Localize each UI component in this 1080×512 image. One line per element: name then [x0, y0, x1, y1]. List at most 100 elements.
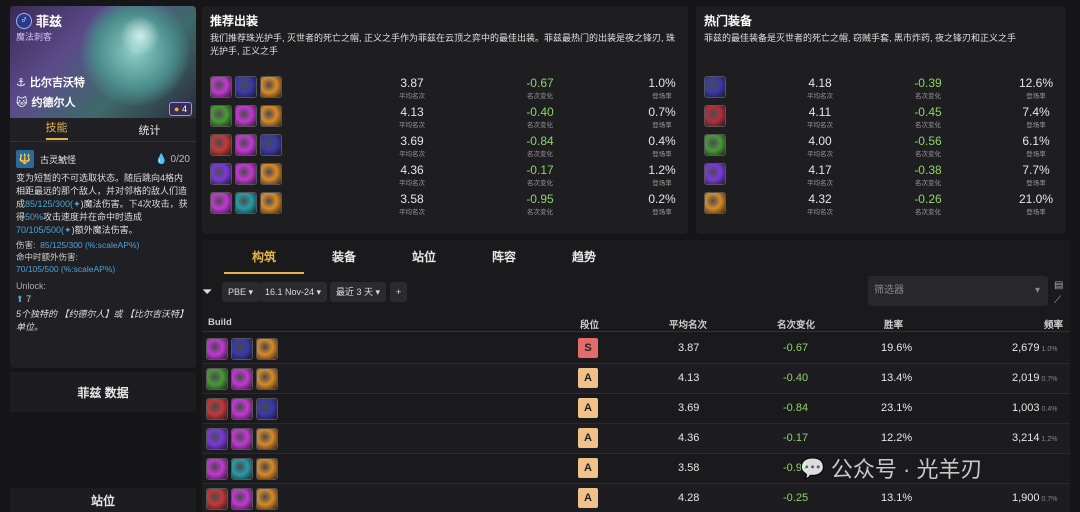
tab-items[interactable]: 装备: [304, 240, 384, 274]
item-icon[interactable]: [704, 105, 726, 127]
item-icon[interactable]: [256, 338, 278, 360]
recommend-row[interactable]: 3.87 平均名次 -0.67 名次变化 1.0% 登场率: [202, 76, 688, 100]
item-icon[interactable]: [231, 398, 253, 420]
trait-yordle[interactable]: 🐱 约德尔人: [16, 94, 75, 110]
play-rate-label: 登场率: [652, 180, 672, 187]
item-icon[interactable]: [206, 488, 228, 510]
recommended-builds-card: 推荐出装 我们推荐珠光护手, 灭世者的死亡之帽, 正义之手作为菲兹在云顶之弈中的…: [202, 6, 688, 234]
item-icon[interactable]: [235, 192, 257, 214]
item-icon[interactable]: [206, 398, 228, 420]
item-icon[interactable]: [256, 488, 278, 510]
item-icon[interactable]: [704, 76, 726, 98]
recommend-row[interactable]: 3.69 平均名次 -0.84 名次变化 0.4% 登场率: [202, 134, 688, 158]
item-icon[interactable]: [235, 105, 257, 127]
chart-view-icon[interactable]: ⟋: [1054, 295, 1061, 306]
item-icon[interactable]: [206, 368, 228, 390]
placement-change: -0.40: [783, 372, 809, 384]
item-icon[interactable]: [206, 338, 228, 360]
tab-trends[interactable]: 趋势: [544, 240, 624, 274]
play-rate-label: 登场率: [1026, 151, 1046, 158]
server-select[interactable]: PBE ▾: [222, 282, 260, 302]
recommend-row[interactable]: 4.13 平均名次 -0.40 名次变化 0.7% 登场率: [202, 105, 688, 129]
tab-builds[interactable]: 构筑: [224, 240, 304, 274]
tab-skill[interactable]: 技能: [45, 119, 68, 140]
item-icon[interactable]: [704, 192, 726, 214]
col-avg[interactable]: 平均名次: [669, 317, 707, 331]
item-icon[interactable]: [260, 105, 282, 127]
champion-role: 魔法刺客: [16, 32, 53, 42]
item-icon[interactable]: [256, 428, 278, 450]
item-set: [210, 134, 282, 156]
item-icon[interactable]: [256, 398, 278, 420]
item-icon[interactable]: [210, 134, 232, 156]
avg-placement: 4.18: [808, 76, 832, 90]
popular-item-row[interactable]: 4.00 平均名次 -0.56 名次变化 6.1% 登场率: [696, 134, 1066, 158]
item-icon[interactable]: [231, 368, 253, 390]
col-win[interactable]: 胜率: [884, 317, 903, 331]
bottom-tabs: 构筑 装备 站位 阵容 趋势: [202, 240, 1070, 274]
filter-icon[interactable]: ⏷: [202, 282, 212, 302]
item-icon[interactable]: [206, 458, 228, 480]
item-icon[interactable]: [260, 134, 282, 156]
table-row[interactable]: A 4.13 -0.40 13.4% 2,019 0.7%: [202, 364, 1070, 394]
placement-change-label: 名次变化: [527, 122, 553, 129]
col-tier[interactable]: 段位: [580, 317, 599, 331]
item-icon[interactable]: [260, 192, 282, 214]
ap-icon: ✦: [64, 225, 72, 235]
tab-positioning[interactable]: 站位: [384, 240, 464, 274]
item-icon[interactable]: [231, 488, 253, 510]
item-icon[interactable]: [260, 76, 282, 98]
col-build[interactable]: Build: [208, 317, 232, 328]
item-set: [704, 163, 726, 185]
popular-item-row[interactable]: 4.11 平均名次 -0.45 名次变化 7.4% 登场率: [696, 105, 1066, 129]
item-set: [704, 134, 726, 156]
item-icon[interactable]: [235, 134, 257, 156]
item-icon[interactable]: [256, 368, 278, 390]
avg-placement: 4.11: [808, 105, 832, 119]
item-icon[interactable]: [231, 338, 253, 360]
table-row[interactable]: A 3.69 -0.84 23.1% 1,003 0.4%: [202, 394, 1070, 424]
recommend-row[interactable]: 3.58 平均名次 -0.95 名次变化 0.2% 登场率: [202, 192, 688, 216]
popular-item-row[interactable]: 4.18 平均名次 -0.39 名次变化 12.6% 登场率: [696, 76, 1066, 100]
champion-data-section[interactable]: 菲兹 数据: [10, 372, 196, 412]
table-view-icon[interactable]: ▤: [1054, 280, 1063, 291]
tab-comps[interactable]: 阵容: [464, 240, 544, 274]
recommend-row[interactable]: 4.36 平均名次 -0.17 名次变化 1.2% 登场率: [202, 163, 688, 187]
item-icon[interactable]: [231, 458, 253, 480]
popular-item-row[interactable]: 4.17 平均名次 -0.38 名次变化 7.7% 登场率: [696, 163, 1066, 187]
col-change[interactable]: 名次变化: [777, 317, 815, 331]
table-row[interactable]: S 3.87 -0.67 19.6% 2,679 1.0%: [202, 334, 1070, 364]
item-icon[interactable]: [231, 428, 253, 450]
item-icon[interactable]: [235, 163, 257, 185]
avg-placement: 3.87: [400, 76, 424, 90]
item-icon[interactable]: [256, 458, 278, 480]
play-rate-label: 登场率: [652, 93, 672, 100]
trait-bilgewater[interactable]: ⚓ 比尔吉沃特: [16, 74, 85, 90]
tab-stats[interactable]: 统计: [139, 122, 161, 138]
add-filter-button[interactable]: +: [390, 282, 408, 302]
item-icon[interactable]: [235, 76, 257, 98]
item-icon[interactable]: [210, 76, 232, 98]
item-icon[interactable]: [206, 428, 228, 450]
popular-item-row[interactable]: 4.32 平均名次 -0.26 名次变化 21.0% 登场率: [696, 192, 1066, 216]
table-row[interactable]: A 4.36 -0.17 12.2% 3,214 1.2%: [202, 424, 1070, 454]
item-icon[interactable]: [210, 163, 232, 185]
col-freq[interactable]: 频率: [1044, 317, 1063, 331]
days-select[interactable]: 最近 3 天 ▾: [330, 282, 387, 302]
item-icon[interactable]: [210, 192, 232, 214]
chevron-down-icon: ▾: [1034, 285, 1040, 296]
table-row[interactable]: A 4.28 -0.25 13.1% 1,900 0.7%: [202, 484, 1070, 512]
avg-placement-label: 平均名次: [807, 122, 833, 129]
item-icon[interactable]: [704, 163, 726, 185]
item-icon[interactable]: [260, 163, 282, 185]
position-section[interactable]: 站位: [10, 488, 196, 512]
patch-select[interactable]: 16.1 Nov-24 ▾: [259, 282, 328, 302]
play-rate-label: 登场率: [652, 151, 672, 158]
item-icon[interactable]: [210, 105, 232, 127]
item-icon[interactable]: [704, 134, 726, 156]
item-set: [206, 368, 278, 390]
frequency: 1,003 0.4%: [1012, 402, 1058, 414]
play-rate: 0.2%: [648, 192, 676, 206]
left-tabs: 技能 统计: [10, 118, 196, 142]
filter-search-input[interactable]: 筛选器 ▾: [868, 276, 1048, 306]
